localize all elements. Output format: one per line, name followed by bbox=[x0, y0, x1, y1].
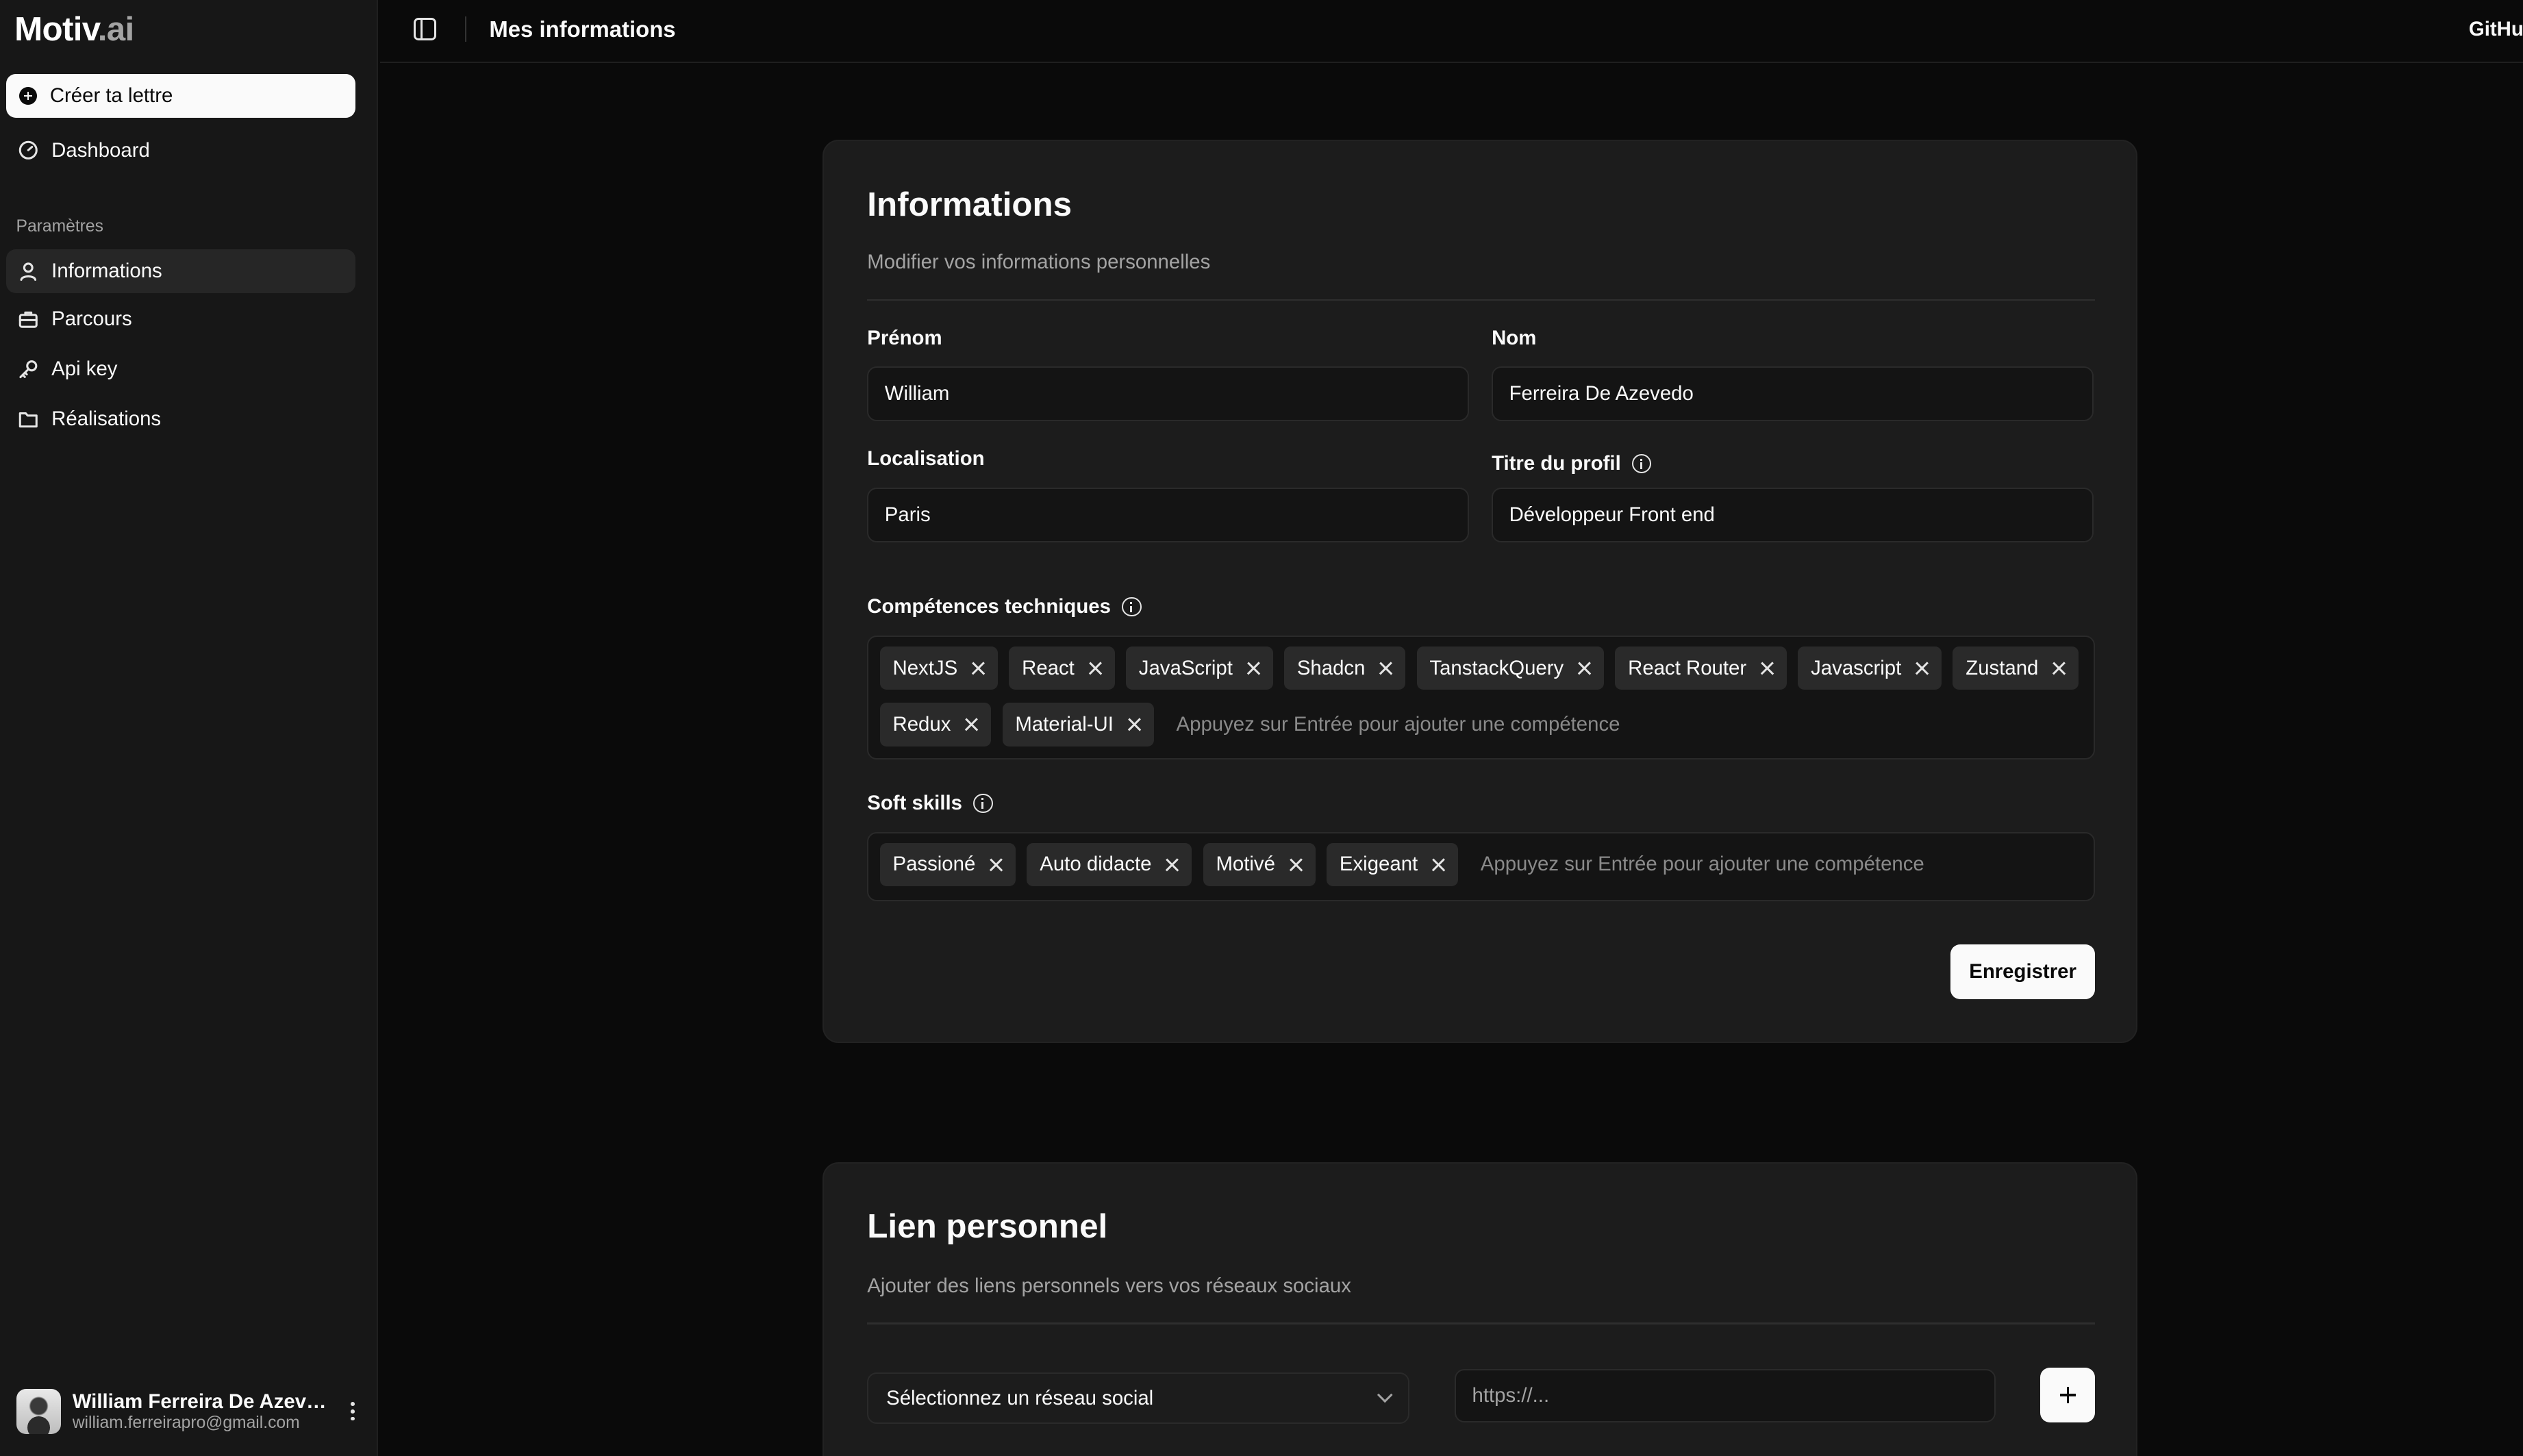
remove-tag-icon[interactable] bbox=[1247, 662, 1260, 675]
user-menu[interactable]: William Ferreira De Azevedo william.ferr… bbox=[16, 1388, 362, 1436]
skill-tag: React bbox=[1009, 646, 1115, 690]
skill-tag: TanstackQuery bbox=[1416, 646, 1604, 690]
prenom-field[interactable]: William bbox=[867, 366, 1470, 422]
skill-tag: NextJS bbox=[879, 646, 998, 690]
remove-tag-icon[interactable] bbox=[1916, 662, 1929, 675]
informations-card: Informations Modifier vos informations p… bbox=[822, 140, 2137, 1043]
remove-tag-icon[interactable] bbox=[1432, 858, 1445, 871]
top-header: Mes informations GitHub bbox=[379, 0, 2523, 63]
remove-tag-icon[interactable] bbox=[1166, 858, 1179, 871]
app-logo[interactable]: Motiv.ai bbox=[14, 10, 134, 49]
create-letter-button[interactable]: Créer ta lettre bbox=[6, 74, 356, 118]
briefcase-icon bbox=[18, 312, 38, 328]
localisation-field[interactable]: Paris bbox=[867, 487, 1470, 542]
folder-icon bbox=[18, 412, 38, 428]
competences-tag-input[interactable]: NextJS React JavaScript Shadcn TanstackQ… bbox=[867, 635, 2096, 760]
plus-circle-icon bbox=[19, 86, 38, 105]
info-icon[interactable] bbox=[973, 793, 993, 813]
soft-skill-tag: Auto didacte bbox=[1027, 842, 1192, 887]
avatar bbox=[16, 1389, 62, 1434]
sidebar-item-label: Api key bbox=[51, 357, 118, 381]
url-input[interactable]: https://... bbox=[1455, 1369, 1996, 1423]
remove-tag-icon[interactable] bbox=[1578, 662, 1591, 675]
remove-tag-icon[interactable] bbox=[972, 662, 985, 675]
card-divider bbox=[867, 299, 2096, 301]
github-link[interactable]: GitHub bbox=[2469, 18, 2523, 41]
add-link-button[interactable] bbox=[2040, 1368, 2096, 1423]
header-divider bbox=[465, 16, 467, 42]
nom-field[interactable]: Ferreira De Azevedo bbox=[1492, 366, 2094, 422]
soft-skill-tag: Exigeant bbox=[1327, 842, 1458, 887]
sidebar-item-parcours[interactable]: Parcours bbox=[6, 298, 355, 341]
skill-tag: Javascript bbox=[1798, 646, 1942, 690]
sidebar: Motiv.ai Créer ta lettre Dashboard Param… bbox=[0, 0, 379, 1456]
soft-skills-placeholder[interactable]: Appuyez sur Entrée pour ajouter une comp… bbox=[1469, 843, 1924, 886]
card-title: Informations bbox=[867, 185, 1072, 223]
remove-tag-icon[interactable] bbox=[1128, 718, 1141, 731]
remove-tag-icon[interactable] bbox=[990, 858, 1003, 871]
remove-tag-icon[interactable] bbox=[2053, 662, 2066, 675]
chevron-down-icon bbox=[1377, 1387, 1393, 1403]
soft-skill-tag: Motivé bbox=[1203, 842, 1316, 887]
localisation-label: Localisation bbox=[867, 447, 985, 470]
create-letter-label: Créer ta lettre bbox=[49, 84, 173, 107]
nom-label: Nom bbox=[1492, 326, 1537, 349]
settings-section-label: Paramètres bbox=[16, 217, 103, 236]
card-description: Modifier vos informations personnelles bbox=[867, 251, 1211, 274]
soft-skills-label: Soft skills bbox=[867, 792, 993, 815]
social-network-select[interactable]: Sélectionnez un réseau social bbox=[867, 1372, 1410, 1424]
sidebar-item-informations[interactable]: Informations bbox=[6, 249, 356, 293]
soft-skills-tag-input[interactable]: Passioné Auto didacte Motivé Exigeant Ap… bbox=[867, 831, 2096, 901]
titre-label: Titre du profil bbox=[1492, 452, 1652, 475]
sidebar-item-realisations[interactable]: Réalisations bbox=[6, 397, 355, 440]
competences-placeholder[interactable]: Appuyez sur Entrée pour ajouter une comp… bbox=[1165, 703, 1620, 746]
user-info: William Ferreira De Azevedo william.ferr… bbox=[73, 1390, 331, 1433]
sidebar-item-label: Dashboard bbox=[51, 138, 150, 162]
titre-field[interactable]: Développeur Front end bbox=[1492, 487, 2094, 542]
user-name: William Ferreira De Azevedo bbox=[72, 1390, 332, 1413]
skill-tag: Redux bbox=[879, 703, 992, 746]
page-title: Mes informations bbox=[489, 16, 676, 42]
user-email: william.ferreirapro@gmail.com bbox=[72, 1413, 300, 1432]
user-icon bbox=[20, 262, 36, 281]
remove-tag-icon[interactable] bbox=[966, 718, 979, 731]
sidebar-toggle-icon[interactable] bbox=[413, 17, 436, 40]
info-icon[interactable] bbox=[1122, 597, 1142, 617]
remove-tag-icon[interactable] bbox=[1089, 662, 1102, 675]
key-icon bbox=[19, 360, 38, 379]
sidebar-item-label: Informations bbox=[51, 259, 162, 282]
select-value: Sélectionnez un réseau social bbox=[886, 1386, 1154, 1409]
skill-tag: React Router bbox=[1615, 646, 1787, 690]
info-icon[interactable] bbox=[1632, 453, 1652, 474]
card-description: Ajouter des liens personnels vers vos ré… bbox=[867, 1274, 1351, 1297]
soft-skill-tag: Passioné bbox=[879, 842, 1016, 887]
gauge-icon bbox=[18, 141, 38, 160]
card-title: Lien personnel bbox=[867, 1207, 1108, 1246]
skill-tag: Shadcn bbox=[1284, 646, 1406, 690]
sidebar-item-dashboard[interactable]: Dashboard bbox=[6, 129, 355, 172]
skill-tag: JavaScript bbox=[1126, 646, 1273, 690]
remove-tag-icon[interactable] bbox=[1380, 662, 1393, 675]
sidebar-item-label: Parcours bbox=[51, 307, 132, 331]
personal-links-card: Lien personnel Ajouter des liens personn… bbox=[822, 1162, 2137, 1456]
prenom-label: Prénom bbox=[867, 326, 942, 349]
competences-label: Compétences techniques bbox=[867, 595, 1142, 618]
remove-tag-icon[interactable] bbox=[1290, 858, 1303, 871]
sidebar-item-label: Réalisations bbox=[51, 407, 162, 431]
more-vertical-icon[interactable] bbox=[343, 1398, 362, 1424]
save-button[interactable]: Enregistrer bbox=[1950, 944, 2096, 999]
remove-tag-icon[interactable] bbox=[1761, 662, 1774, 675]
sidebar-item-api-key[interactable]: Api key bbox=[6, 348, 355, 391]
skill-tag: Material-UI bbox=[1002, 703, 1154, 746]
card-divider bbox=[867, 1322, 2096, 1325]
skill-tag: Zustand bbox=[1953, 646, 2079, 690]
